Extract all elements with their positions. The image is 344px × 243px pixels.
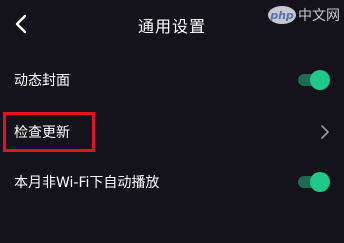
toggle-knob	[310, 70, 330, 90]
dynamic-cover-toggle[interactable]	[296, 70, 330, 90]
autoplay-wifi-toggle[interactable]	[296, 172, 330, 192]
highlight-box	[3, 112, 95, 152]
setting-label-autoplay-wifi: 本月非Wi-Fi下自动播放	[14, 175, 160, 191]
setting-row-dynamic-cover: 动态封面	[0, 58, 344, 104]
setting-row-autoplay-wifi: 本月非Wi-Fi下自动播放	[0, 160, 344, 206]
setting-label-dynamic-cover: 动态封面	[14, 73, 70, 89]
top-bar: 通用设置 php 中文网	[0, 0, 344, 48]
watermark-text: 中文网	[298, 8, 340, 24]
toggle-knob	[310, 172, 330, 192]
watermark: php 中文网	[268, 4, 340, 26]
chevron-right-icon	[321, 125, 329, 139]
watermark-logo: php	[268, 6, 296, 24]
